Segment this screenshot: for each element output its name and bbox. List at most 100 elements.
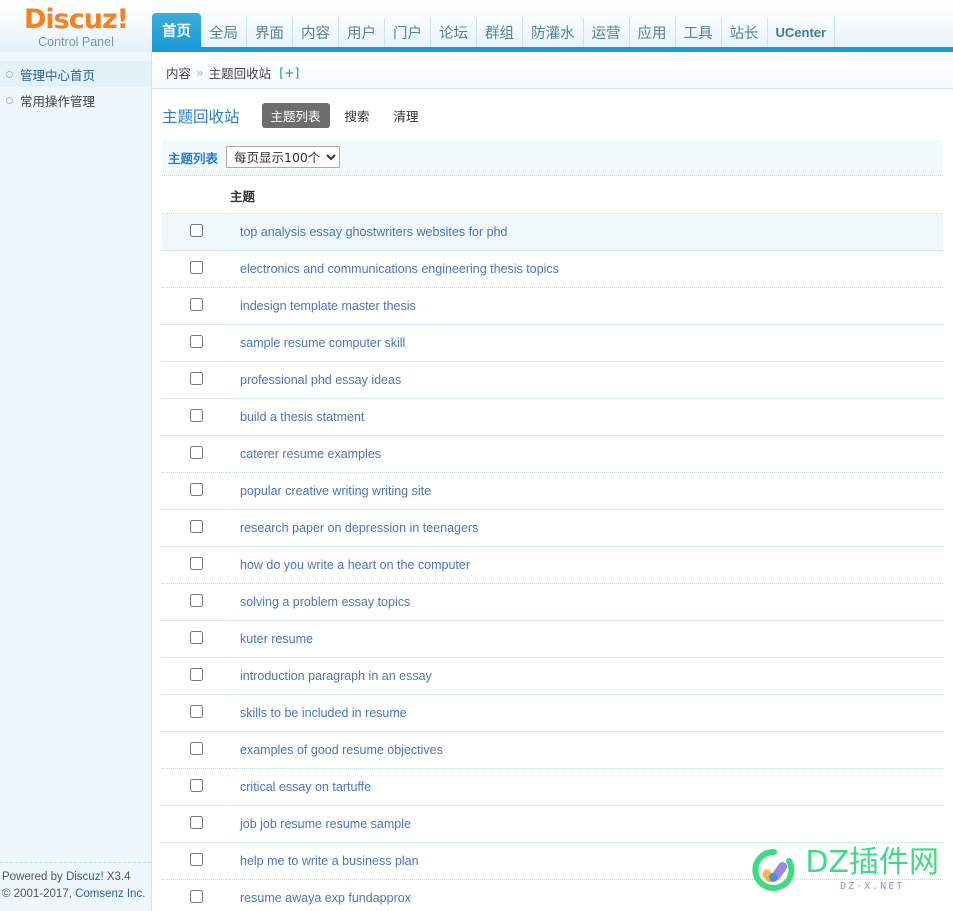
nav-item-2[interactable]: 界面 <box>247 18 293 47</box>
nav-item-3[interactable]: 内容 <box>293 18 339 47</box>
tab-2[interactable]: 清理 <box>385 103 428 128</box>
row-subject-cell: resume awaya exp fundapprox <box>230 879 943 911</box>
row-checkbox-cell <box>162 287 230 325</box>
sidebar-item-1[interactable]: 常用操作管理 <box>0 87 151 113</box>
row-checkbox[interactable] <box>189 335 203 348</box>
powered-by-version: X3.4 <box>103 871 131 883</box>
table-header-row: 主题 <box>162 176 943 214</box>
row-subject-cell: caterer resume examples <box>230 435 943 473</box>
nav-item-0[interactable]: 首页 <box>152 13 201 47</box>
row-subject-cell: professional phd essay ideas <box>230 361 943 399</box>
nav-item-1[interactable]: 全局 <box>201 18 247 47</box>
nav-item-13[interactable]: UCenter <box>768 18 836 47</box>
row-checkbox[interactable] <box>189 594 203 607</box>
page-title: 主题回收站 <box>162 107 240 126</box>
brand-logo[interactable]: Discuz! Control Panel <box>0 0 152 52</box>
row-subject-link[interactable]: research paper on depression in teenager… <box>240 521 478 535</box>
row-subject-link[interactable]: solving a problem essay topics <box>240 595 410 609</box>
breadcrumb-expand-toggle[interactable]: [+] <box>279 65 299 80</box>
discuz-link[interactable]: Discuz! <box>66 871 104 883</box>
row-subject-link[interactable]: build a thesis statment <box>240 410 364 424</box>
row-checkbox-cell <box>162 731 230 769</box>
row-subject-link[interactable]: top analysis essay ghostwriters websites… <box>240 225 508 239</box>
row-subject-link[interactable]: how do you write a heart on the computer <box>240 558 470 572</box>
row-subject-cell: skills to be included in resume <box>230 694 943 732</box>
comsenz-link[interactable]: Comsenz Inc. <box>75 888 145 900</box>
row-checkbox[interactable] <box>189 668 203 681</box>
row-subject-link[interactable]: sample resume computer skill <box>240 336 405 350</box>
table-row: indesign template master thesis <box>162 287 943 325</box>
row-subject-link[interactable]: introduction paragraph in an essay <box>240 669 432 683</box>
row-subject-link[interactable]: caterer resume examples <box>240 447 381 461</box>
nav-item-label: 论坛 <box>439 26 468 42</box>
sidebar-top-spacer <box>0 52 151 61</box>
row-checkbox[interactable] <box>189 816 203 829</box>
breadcrumb-root[interactable]: 内容 <box>166 63 191 82</box>
copyright-line: © 2001-2017, Comsenz Inc. <box>2 886 151 903</box>
nav-item-6[interactable]: 论坛 <box>431 18 477 47</box>
row-checkbox[interactable] <box>189 853 203 866</box>
row-subject-link[interactable]: job job resume resume sample <box>240 817 411 831</box>
table-row: examples of good resume objectives <box>162 731 943 769</box>
breadcrumb: 内容 » 主题回收站 [+] <box>152 57 953 89</box>
sidebar-item-0[interactable]: 管理中心首页 <box>0 61 151 87</box>
nav-item-9[interactable]: 运营 <box>584 18 630 47</box>
tab-1[interactable]: 搜索 <box>336 103 379 128</box>
row-checkbox[interactable] <box>189 372 203 385</box>
row-subject-link[interactable]: skills to be included in resume <box>240 706 407 720</box>
nav-item-label: 应用 <box>637 26 667 42</box>
row-checkbox[interactable] <box>189 224 203 237</box>
row-checkbox[interactable] <box>189 520 203 533</box>
per-page-select[interactable]: 每页显示100个 <box>226 146 341 168</box>
row-subject-link[interactable]: popular creative writing writing site <box>240 484 431 498</box>
row-subject-link[interactable]: critical essay on tartuffe <box>240 780 371 794</box>
row-subject-link[interactable]: help me to write a business plan <box>240 854 419 868</box>
row-checkbox[interactable] <box>189 261 203 274</box>
row-subject-cell: examples of good resume objectives <box>230 731 943 769</box>
row-checkbox[interactable] <box>189 298 203 311</box>
row-subject-link[interactable]: examples of good resume objectives <box>240 743 443 757</box>
nav-item-label: 群组 <box>485 26 514 42</box>
row-checkbox[interactable] <box>189 705 203 718</box>
table-row: job job resume resume sample <box>162 805 943 843</box>
table-row: top analysis essay ghostwriters websites… <box>162 213 943 251</box>
nav-item-5[interactable]: 门户 <box>385 18 431 47</box>
tab-0[interactable]: 主题列表 <box>261 103 330 128</box>
row-subject-link[interactable]: professional phd essay ideas <box>240 373 401 387</box>
row-subject-link[interactable]: electronics and communications engineeri… <box>240 262 559 276</box>
row-subject-cell: electronics and communications engineeri… <box>230 250 943 288</box>
row-subject-cell: research paper on depression in teenager… <box>230 509 943 547</box>
row-subject-link[interactable]: indesign template master thesis <box>240 299 416 313</box>
row-checkbox[interactable] <box>189 890 203 903</box>
nav-item-8[interactable]: 防灌水 <box>523 18 584 47</box>
sidebar-item-label: 管理中心首页 <box>20 67 96 83</box>
row-checkbox[interactable] <box>189 483 203 496</box>
table-row: skills to be included in resume <box>162 694 943 732</box>
row-checkbox[interactable] <box>189 446 203 459</box>
row-subject-cell: popular creative writing writing site <box>230 472 943 510</box>
breadcrumb-separator-icon: » <box>196 65 204 80</box>
nav-item-11[interactable]: 工具 <box>676 18 722 47</box>
row-checkbox[interactable] <box>189 779 203 792</box>
nav-item-label: 全局 <box>209 26 238 42</box>
sidebar: 管理中心首页 常用操作管理 Powered by Discuz! X3.4 © 2… <box>0 52 152 911</box>
panel-title: 主题列表 <box>168 150 219 166</box>
row-checkbox[interactable] <box>189 557 203 570</box>
row-checkbox[interactable] <box>189 742 203 755</box>
row-checkbox[interactable] <box>189 631 203 644</box>
row-checkbox[interactable] <box>189 409 203 422</box>
row-subject-cell: job job resume resume sample <box>230 805 943 843</box>
table-row: build a thesis statment <box>162 398 943 436</box>
row-subject-link[interactable]: resume awaya exp fundapprox <box>240 891 411 905</box>
row-checkbox-cell <box>162 546 230 584</box>
table-row: popular creative writing writing site <box>162 472 943 510</box>
nav-item-4[interactable]: 用户 <box>339 18 385 47</box>
row-checkbox-cell <box>162 472 230 510</box>
nav-item-10[interactable]: 应用 <box>630 18 676 47</box>
row-subject-link[interactable]: kuter resume <box>240 632 313 646</box>
nav-item-7[interactable]: 群组 <box>477 18 523 47</box>
row-checkbox-cell <box>162 583 230 621</box>
nav-item-12[interactable]: 站长 <box>722 18 768 47</box>
column-header-subject: 主题 <box>230 176 943 214</box>
bullet-icon <box>6 96 13 104</box>
